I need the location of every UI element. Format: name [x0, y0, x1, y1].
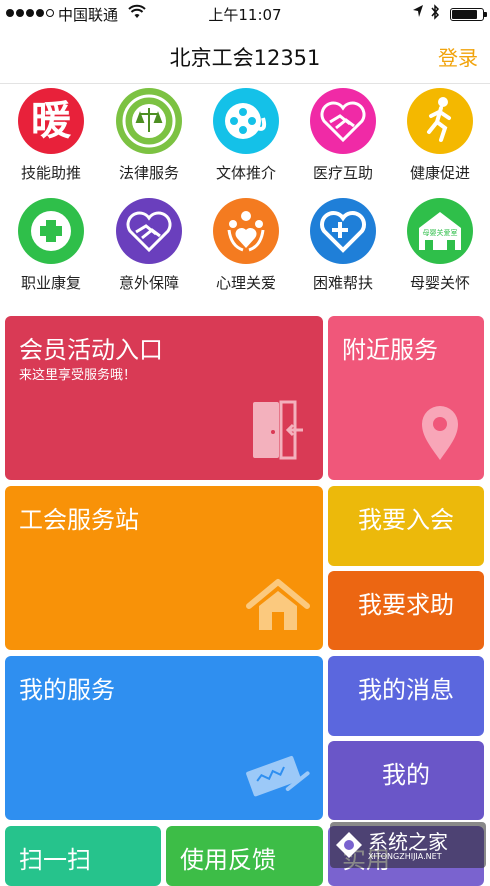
house-icon — [245, 578, 311, 636]
caring-people-icon — [213, 198, 279, 264]
join-union-tile[interactable]: 我要入会 — [328, 486, 484, 566]
page-title: 北京工会12351 — [169, 46, 321, 70]
my-messages-tile[interactable]: 我的消息 — [328, 656, 484, 736]
tile-title: 我要求助 — [358, 591, 454, 619]
service-label: 困难帮扶 — [312, 274, 373, 292]
location-arrow-icon — [412, 4, 424, 22]
runner-icon — [407, 88, 473, 154]
union-station-tile[interactable]: 工会服务站 — [5, 486, 323, 650]
bluetooth-icon — [430, 3, 440, 25]
service-label: 意外保障 — [118, 274, 179, 292]
watermark-logo-icon — [334, 830, 364, 864]
service-health-promotion[interactable]: 健康促进 — [391, 88, 489, 183]
ticket-pen-icon — [243, 754, 311, 804]
medical-cross-icon — [18, 198, 84, 264]
tile-title: 我的服务 — [19, 676, 115, 704]
navigation-bar: 北京工会12351 登录 — [0, 28, 490, 84]
tile-title: 扫一扫 — [19, 846, 91, 874]
service-label: 母婴关怀 — [409, 274, 470, 292]
warmth-character-icon: 暖 — [18, 88, 84, 154]
tile-title: 会员活动入口 — [19, 336, 163, 364]
film-reel-icon — [213, 88, 279, 154]
service-label: 健康促进 — [409, 164, 470, 182]
legal-emblem-icon — [116, 88, 182, 154]
service-label: 职业康复 — [20, 274, 81, 292]
site-watermark: 系统之家 XITONGZHIJIA.NET — [330, 822, 486, 868]
service-label: 法律服务 — [118, 164, 179, 182]
scan-tile[interactable]: 扫一扫 — [5, 826, 161, 886]
my-services-tile[interactable]: 我的服务 — [5, 656, 323, 820]
tile-title: 使用反馈 — [180, 846, 276, 874]
door-entry-icon — [251, 398, 303, 466]
maternity-house-icon: 母婴关爱室 — [407, 198, 473, 264]
service-medical-aid[interactable]: 医疗互助 — [294, 88, 392, 183]
status-bar: 中国联通 上午11:07 — [0, 0, 490, 28]
me-tile[interactable]: 我的 — [328, 741, 484, 820]
handshake-heart-icon — [116, 198, 182, 264]
service-label: 技能助推 — [20, 164, 81, 182]
watermark-url: XITONGZHIJIA.NET — [368, 852, 442, 861]
heart-cross-icon — [310, 198, 376, 264]
nearby-service-tile[interactable]: 附近服务 — [328, 316, 484, 480]
tile-title: 我的消息 — [358, 676, 454, 704]
svg-text:暖: 暖 — [31, 97, 72, 144]
service-maternity-care[interactable]: 母婴关爱室 母婴关怀 — [391, 198, 489, 293]
handshake-heart-icon — [310, 88, 376, 154]
tile-subtitle: 来这里享受服务哦！ — [19, 368, 137, 383]
service-hardship-aid[interactable]: 困难帮扶 — [294, 198, 392, 293]
maternity-sign-text: 母婴关爱室 — [423, 228, 458, 237]
service-legal[interactable]: 法律服务 — [100, 88, 198, 183]
tile-title: 我要入会 — [358, 506, 454, 534]
service-culture-sports[interactable]: 文体推介 — [197, 88, 295, 183]
member-activity-tile[interactable]: 会员活动入口 来这里享受服务哦！ — [5, 316, 323, 480]
service-skill-boost[interactable]: 暖 技能助推 — [2, 88, 100, 183]
login-button[interactable]: 登录 — [438, 42, 478, 71]
tile-title: 我的 — [382, 761, 430, 789]
battery-icon — [450, 8, 487, 21]
request-help-tile[interactable]: 我要求助 — [328, 571, 484, 650]
watermark-text: 系统之家 — [368, 830, 448, 854]
feedback-tile[interactable]: 使用反馈 — [166, 826, 323, 886]
service-psychological-care[interactable]: 心理关爱 — [197, 198, 295, 293]
tile-title: 工会服务站 — [19, 506, 139, 534]
service-label: 文体推介 — [215, 164, 276, 182]
service-label: 医疗互助 — [312, 164, 373, 182]
tile-title: 附近服务 — [342, 336, 438, 364]
location-pin-icon — [420, 404, 460, 466]
service-accident-insurance[interactable]: 意外保障 — [100, 198, 198, 293]
service-label: 心理关爱 — [215, 274, 276, 292]
service-occupational-rehab[interactable]: 职业康复 — [2, 198, 100, 293]
